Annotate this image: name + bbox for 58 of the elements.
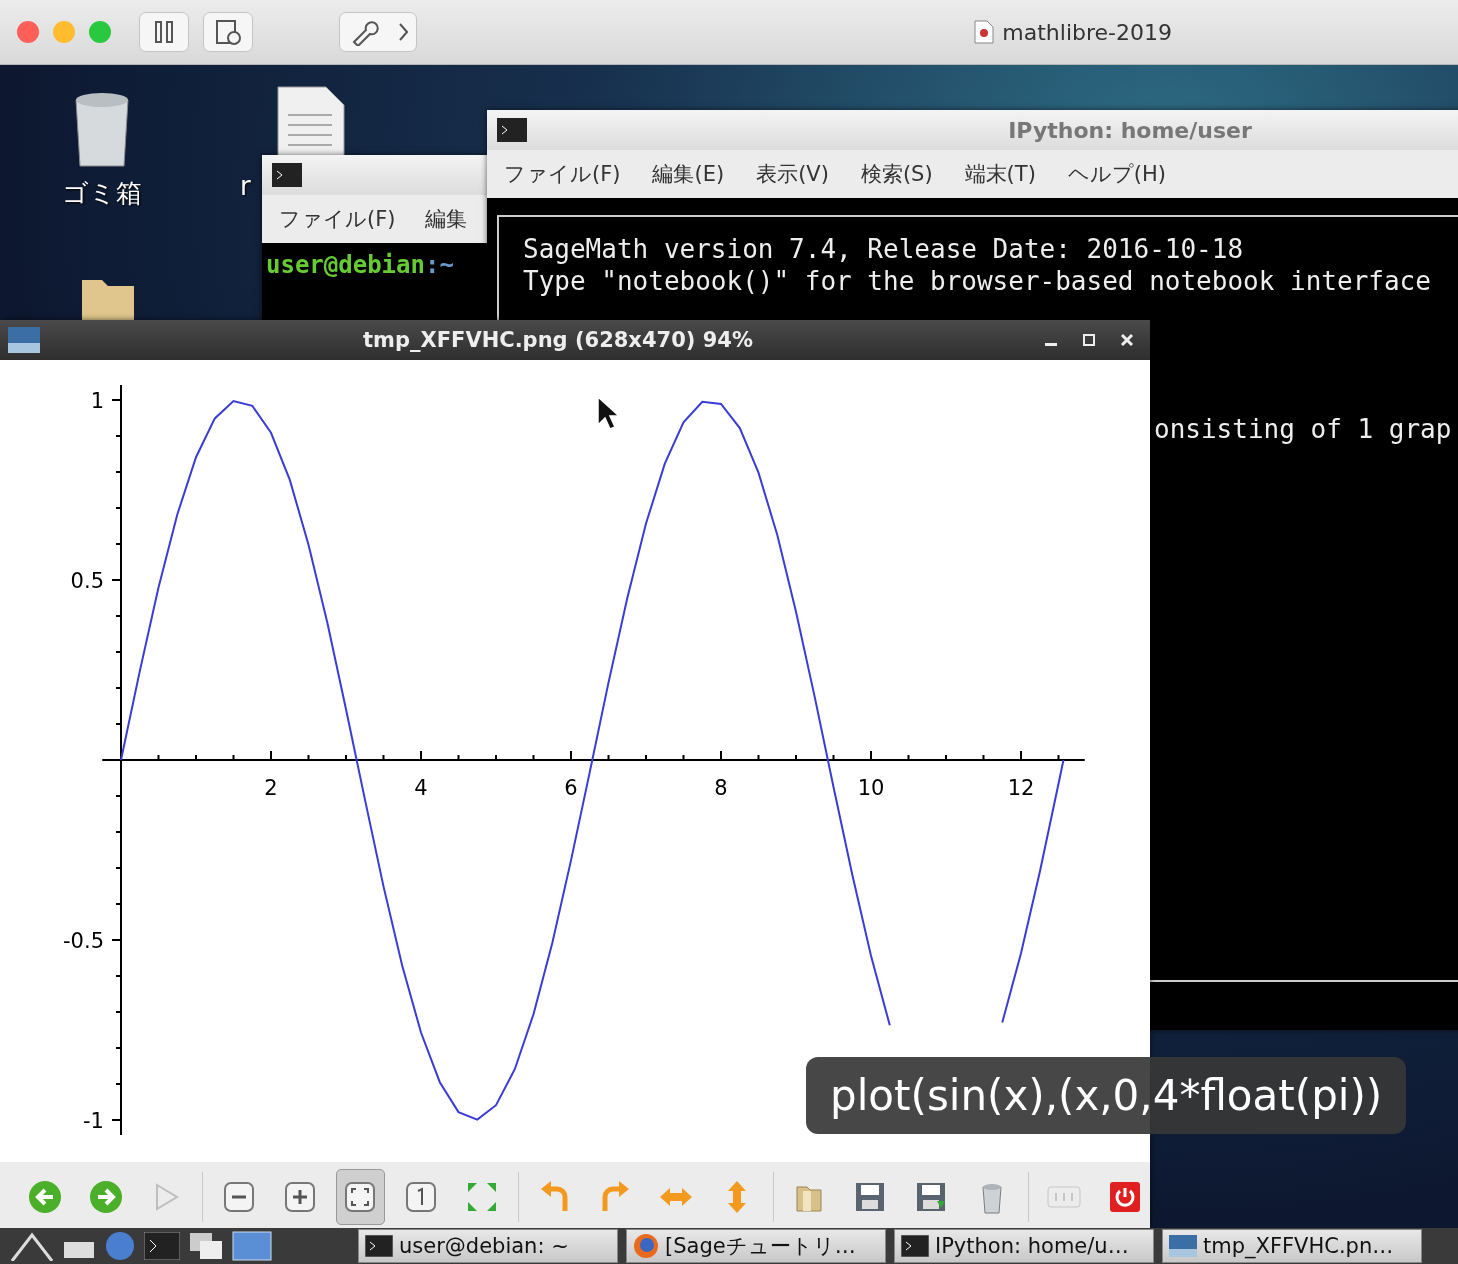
terminal-icon <box>901 1235 929 1257</box>
taskbar-button[interactable]: user@debian: ~ <box>358 1229 618 1263</box>
terminal-text: SageMath version 7.4, Release Date: 2016-10-18 <box>523 233 1245 265</box>
minimize-icon <box>1045 343 1057 346</box>
y-tick-label: 1 <box>90 389 104 413</box>
settings-button[interactable] <box>339 12 417 52</box>
terminal-icon <box>365 1235 393 1257</box>
windows-icon[interactable] <box>188 1231 224 1261</box>
menu-item[interactable]: ファイル(F) <box>504 160 621 188</box>
window-title: tmp_XFFVHC.png (628x470) 94% <box>362 328 754 352</box>
icon-label: ゴミ箱 <box>62 177 142 210</box>
menu-item[interactable]: 編集(E) <box>652 160 725 188</box>
menu-item[interactable]: 編集 <box>425 205 468 233</box>
menu-item[interactable]: 検索(S) <box>860 160 933 188</box>
menu-item[interactable]: 端末(T) <box>964 160 1036 188</box>
pause-icon <box>155 21 173 43</box>
shell-prompt: user@debian:~ <box>265 250 455 281</box>
x-tick-label: 6 <box>564 776 578 800</box>
window-title: mathlibre-2019 <box>1002 19 1172 45</box>
terminal-text: onsisting of 1 grap <box>1154 413 1453 445</box>
menu-item[interactable]: ファイル(F) <box>279 205 396 233</box>
desktop-icon[interactable] <box>232 1231 272 1261</box>
caption-overlay: plot(sin(x),(x,0,4*float(pi)) <box>806 1057 1407 1134</box>
x-tick-label: 12 <box>1007 776 1035 800</box>
zoom-out-icon <box>221 1179 257 1215</box>
trash-can-icon <box>72 90 132 170</box>
y-tick-label: -0.5 <box>63 929 104 953</box>
y-tick-label: 0.5 <box>70 569 104 593</box>
document-icon <box>974 20 995 44</box>
maximize-icon <box>1083 334 1095 346</box>
image-icon <box>1169 1235 1197 1257</box>
menu-item[interactable]: ヘルプ(H) <box>1067 160 1166 188</box>
terminal-text: Type "notebook()" for the browser-based notebook interface <box>523 265 1432 297</box>
x-tick-label: 4 <box>414 776 428 800</box>
taskbar-button[interactable]: tmp_XFFVHC.pn… <box>1162 1229 1422 1263</box>
toolbar-button[interactable] <box>335 1169 386 1225</box>
maximize-icon[interactable] <box>89 21 111 43</box>
pause-button[interactable] <box>139 12 189 52</box>
taskbar-button[interactable]: [Sageチュートリ… <box>626 1229 886 1263</box>
x-tick-label: 2 <box>264 776 278 800</box>
terminal-icon[interactable] <box>144 1232 180 1260</box>
terminal-icon <box>272 163 302 187</box>
globe-icon[interactable] <box>104 1230 136 1262</box>
browser-icon <box>633 1233 659 1259</box>
window-title: IPython: home/user <box>1007 117 1253 143</box>
image-icon <box>8 327 40 353</box>
snapshot-icon <box>215 19 241 45</box>
close-icon <box>1120 333 1134 347</box>
y-tick-label: -1 <box>83 1109 104 1133</box>
snapshot-button[interactable] <box>203 12 253 52</box>
taskbar-button[interactable]: IPython: home/u… <box>894 1229 1154 1263</box>
x-tick-label: 8 <box>714 776 728 800</box>
x-tick-label: 10 <box>857 776 885 800</box>
close-icon[interactable] <box>17 21 39 43</box>
menu-item[interactable]: 表示(V) <box>756 160 829 188</box>
icon-label: r <box>240 171 251 201</box>
start-menu-icon[interactable] <box>10 1231 54 1261</box>
terminal-icon <box>497 118 527 142</box>
